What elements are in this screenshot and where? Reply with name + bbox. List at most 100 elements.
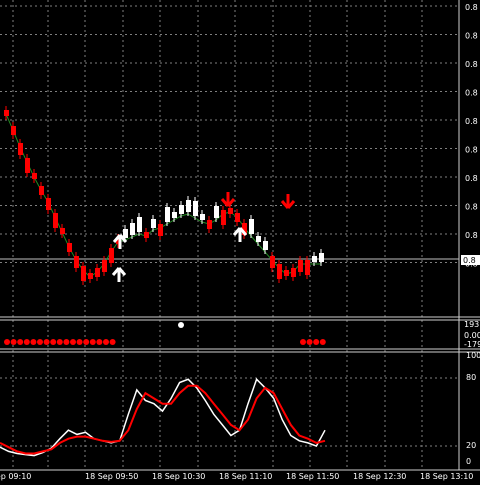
bear-candle — [221, 210, 226, 225]
sell-dot — [63, 339, 70, 345]
bull-candle — [172, 212, 177, 218]
bull-candle — [200, 214, 205, 220]
bull-candle — [151, 219, 156, 228]
sell-dot — [23, 339, 30, 345]
bear-candle — [18, 143, 23, 155]
sell-dot — [37, 339, 43, 345]
oscillator-tick-label: 0 — [466, 457, 471, 466]
sell-dot — [103, 339, 109, 345]
sell-dot — [306, 339, 313, 345]
oscillator-tick-label: 100 — [466, 351, 480, 360]
sell-dot — [96, 339, 103, 345]
price-tick-label: 0.8 — [465, 32, 478, 41]
bear-candle — [67, 243, 72, 252]
bull-candle — [137, 217, 142, 232]
bull-candle — [214, 206, 219, 218]
time-tick-label: 18 Sep 09:10 — [0, 472, 31, 481]
sell-dot — [313, 339, 320, 345]
bull-candle — [165, 207, 170, 222]
bear-candle — [53, 213, 58, 228]
sell-dot — [50, 339, 57, 345]
sell-dot — [43, 339, 50, 345]
bear-candle — [4, 110, 9, 116]
bull-candle — [312, 256, 317, 262]
time-tick-label: 18 Sep 11:10 — [219, 472, 272, 481]
sell-dot — [300, 339, 306, 345]
sell-dot — [76, 339, 83, 345]
bear-candle — [74, 256, 79, 268]
chart-canvas[interactable]: 0.80.80.80.80.80.80.80.80.80.80.81930.00… — [0, 0, 480, 481]
bear-candle — [109, 248, 114, 263]
price-axis: 0.80.80.80.80.80.80.80.80.80.80.81930.00… — [461, 3, 480, 466]
bear-candle — [270, 256, 275, 268]
sell-dot — [83, 339, 90, 345]
price-tick-label: 0.8 — [465, 3, 478, 12]
grid-lines — [0, 0, 459, 470]
sell-dot — [109, 339, 116, 345]
price-tick-label: 0.8 — [465, 60, 478, 69]
bear-candle — [95, 268, 100, 277]
bull-candle — [193, 201, 198, 216]
sell-dot — [30, 339, 37, 345]
oscillator-main-line — [0, 377, 326, 457]
bear-candle — [102, 260, 107, 272]
oscillator-tick-label: 20 — [466, 441, 476, 450]
buy-dot — [178, 322, 184, 328]
time-tick-label: 18 Sep 12:30 — [353, 472, 406, 481]
bear-candle — [298, 260, 303, 272]
sell-dot — [70, 339, 76, 345]
price-tick-label: 0.8 — [465, 231, 478, 240]
bear-candle — [81, 266, 86, 281]
time-tick-label: 18 Sep 10:30 — [152, 472, 205, 481]
price-tick-label: 0.8 — [465, 89, 478, 98]
sell-dot — [10, 339, 17, 345]
bear-candle — [235, 213, 240, 222]
current-price-label: 0.8 — [463, 256, 476, 265]
bull-candle — [256, 236, 261, 242]
sell-dot — [17, 339, 24, 345]
price-tick-label: 0.8 — [465, 203, 478, 212]
bull-candle — [130, 223, 135, 235]
sell-dot — [319, 339, 326, 345]
price-tick-label: 0.8 — [465, 174, 478, 183]
time-tick-label: 18 Sep 13:10 — [420, 472, 473, 481]
bull-candle — [123, 229, 128, 238]
bear-candle — [284, 270, 289, 276]
moving-average-lines — [5, 113, 321, 278]
sell-dot — [4, 339, 10, 345]
trading-chart[interactable]: 0.80.80.80.80.80.80.80.80.80.80.81930.00… — [0, 0, 480, 481]
bear-candle — [88, 273, 93, 279]
indicator-dots — [4, 322, 326, 345]
bull-candle — [263, 241, 268, 250]
bear-candle — [277, 264, 282, 279]
bull-candle — [186, 200, 191, 212]
time-axis: 18 Sep 09:10 18 Sep 09:50 18 Sep 10:30 18 S… — [0, 472, 473, 481]
oscillator-signal-line — [0, 384, 326, 455]
bear-candle — [305, 260, 310, 275]
bear-candle — [228, 208, 233, 214]
bear-candle — [46, 198, 51, 210]
bull-candle — [319, 253, 324, 262]
bear-candle — [158, 224, 163, 236]
sell-dot — [56, 339, 63, 345]
bear-candle — [11, 126, 16, 135]
bear-candle — [25, 158, 30, 173]
indicator-tick-label: 193 — [464, 320, 479, 329]
oscillator-lines — [0, 377, 326, 457]
time-tick-label: 18 Sep 11:50 — [286, 472, 339, 481]
price-tick-label: 0.8 — [465, 117, 478, 126]
bull-candle — [179, 205, 184, 214]
indicator-tick-label: 0.00 — [464, 331, 480, 340]
candlesticks[interactable] — [4, 106, 324, 285]
time-tick-label: 18 Sep 09:50 — [85, 472, 138, 481]
bull-candle — [249, 219, 254, 234]
indicator-tick-label: -179 — [464, 340, 480, 349]
sell-arrow-icon — [220, 192, 236, 207]
moving-average-line — [5, 113, 321, 278]
sell-arrow-icon — [280, 194, 296, 209]
bear-candle — [291, 268, 296, 277]
bear-candle — [32, 173, 37, 179]
bear-candle — [144, 232, 149, 238]
price-tick-label: 0.8 — [465, 146, 478, 155]
bear-candle — [60, 228, 65, 234]
